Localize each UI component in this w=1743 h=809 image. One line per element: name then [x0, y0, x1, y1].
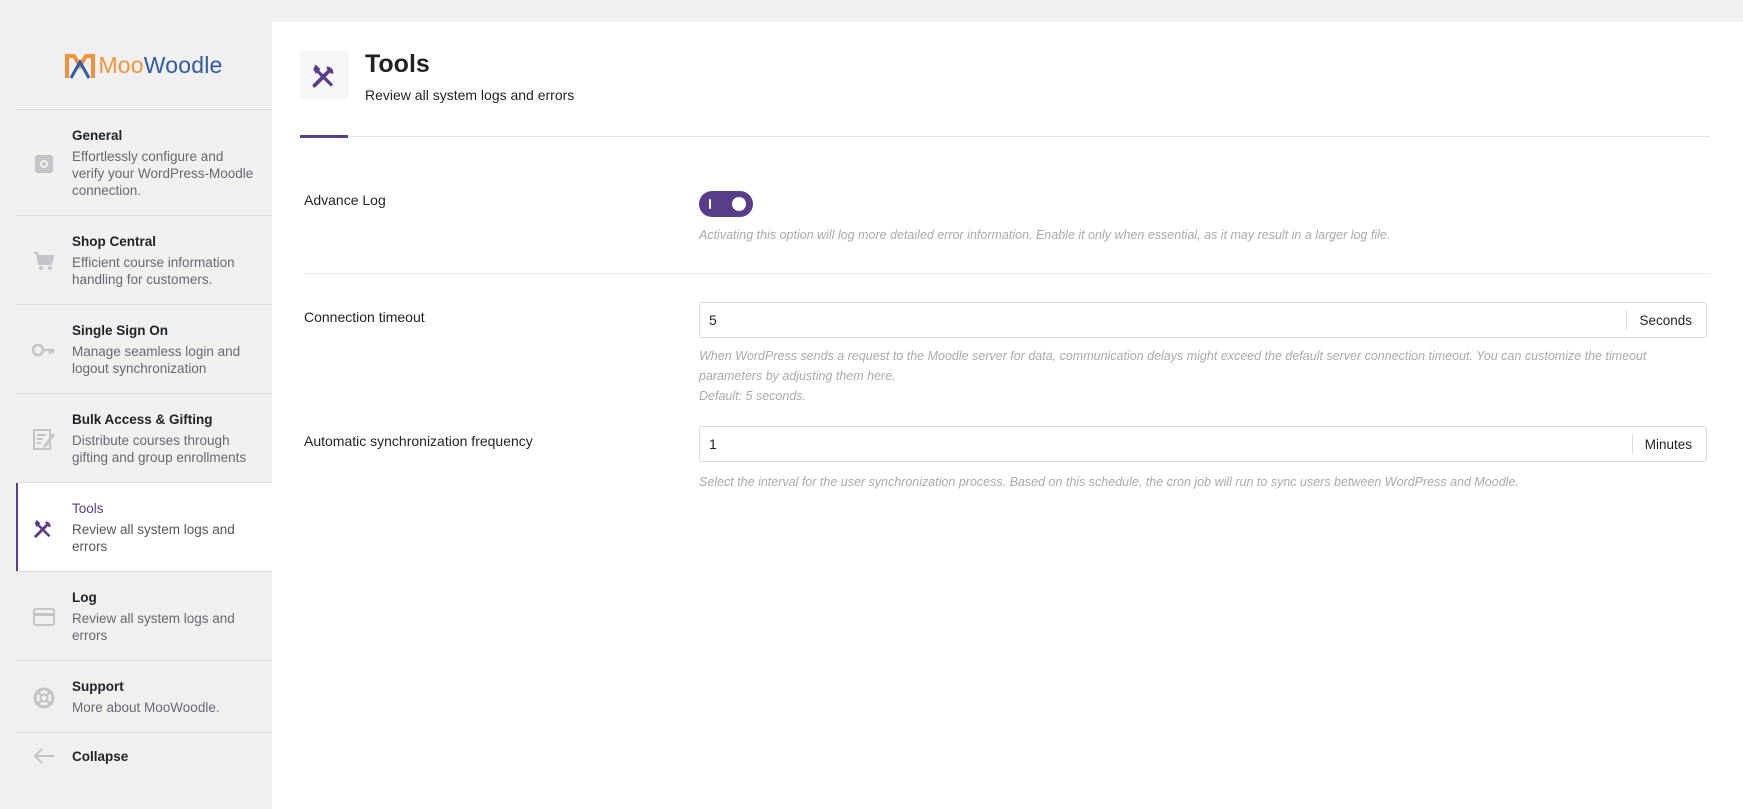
sidebar-item-support[interactable]: Support More about MooWoodle. [16, 661, 272, 733]
key-icon [32, 343, 55, 357]
header-icon-box [300, 50, 349, 99]
connection-timeout-label: Connection timeout [304, 309, 425, 325]
sidebar-item-tools[interactable]: Tools Review all system logs and errors [16, 483, 272, 572]
sync-frequency-input-group: Minutes [699, 426, 1707, 462]
page-header: Tools Review all system logs and errors [300, 50, 574, 103]
sidebar-item-description: Efficient course information handling fo… [72, 255, 235, 287]
brand-name: MooWoodle [98, 52, 223, 78]
sidebar-item-general[interactable]: General Effortlessly configure and verif… [16, 110, 272, 216]
advance-log-description: Activating this option will log more det… [699, 228, 1391, 242]
sidebar-item-title: Tools [72, 501, 104, 516]
lifebuoy-icon [33, 687, 55, 708]
sidebar-item-shop-central[interactable]: Shop Central Efficient course informatio… [16, 216, 272, 305]
sync-frequency-input[interactable] [700, 427, 1632, 461]
advance-log-label: Advance Log [304, 192, 386, 208]
sidebar-item-description: Manage seamless login and logout synchro… [72, 344, 241, 376]
tools-icon [34, 519, 51, 538]
sidebar-item-description: Review all system logs and errors [72, 522, 235, 554]
advance-log-toggle[interactable] [699, 191, 753, 217]
connection-timeout-unit: Seconds [1626, 310, 1706, 330]
sidebar-item-title: Shop Central [72, 234, 157, 249]
main-panel: Tools Review all system logs and errors … [272, 22, 1743, 809]
card-icon [33, 608, 55, 626]
sidebar-item-description: Distribute courses through gifting and g… [72, 433, 247, 465]
sidebar-item-bulk-access[interactable]: Bulk Access & Gifting Distribute courses… [16, 394, 272, 483]
sidebar-item-title: Log [72, 590, 97, 605]
edit-icon [33, 429, 55, 450]
tools-icon [312, 64, 333, 87]
sidebar-collapse-button[interactable]: Collapse [16, 733, 272, 781]
arrow-left-icon [33, 748, 54, 764]
page-subtitle: Review all system logs and errors [365, 87, 575, 103]
connection-timeout-description: When WordPress sends a request to the Mo… [699, 346, 1710, 406]
collapse-label: Collapse [72, 748, 129, 764]
section-divider [304, 273, 1710, 274]
cart-icon [34, 252, 55, 270]
page-title: Tools [365, 50, 430, 78]
sync-frequency-unit: Minutes [1631, 434, 1706, 454]
sidebar-item-title: Single Sign On [72, 323, 169, 338]
gear-icon [35, 154, 53, 173]
connection-timeout-input-group: Seconds [699, 302, 1707, 338]
sync-frequency-description: Select the interval for the user synchro… [699, 475, 1519, 489]
sidebar-item-title: Support [72, 679, 124, 694]
sidebar-item-single-sign-on[interactable]: Single Sign On Manage seamless login and… [16, 305, 272, 394]
sidebar-item-description: More about MooWoodle. [72, 700, 220, 715]
header-divider [300, 136, 1710, 137]
sidebar: MooWoodle General Effortlessly configure… [16, 22, 272, 809]
brand-logo[interactable]: MooWoodle [16, 22, 272, 110]
header-tab-indicator [300, 135, 348, 138]
sidebar-item-description: Effortlessly configure and verify your W… [72, 149, 254, 198]
sidebar-item-description: Review all system logs and errors [72, 611, 235, 643]
toggle-knob [732, 197, 746, 211]
connection-timeout-default: Default: 5 seconds. [699, 389, 807, 403]
sync-frequency-label: Automatic synchronization frequency [304, 433, 533, 449]
moowoodle-logo-icon [65, 53, 96, 79]
sidebar-item-title: Bulk Access & Gifting [72, 412, 213, 427]
sidebar-item-log[interactable]: Log Review all system logs and errors [16, 572, 272, 661]
sidebar-item-title: General [72, 128, 123, 143]
connection-timeout-input[interactable] [700, 303, 1627, 337]
